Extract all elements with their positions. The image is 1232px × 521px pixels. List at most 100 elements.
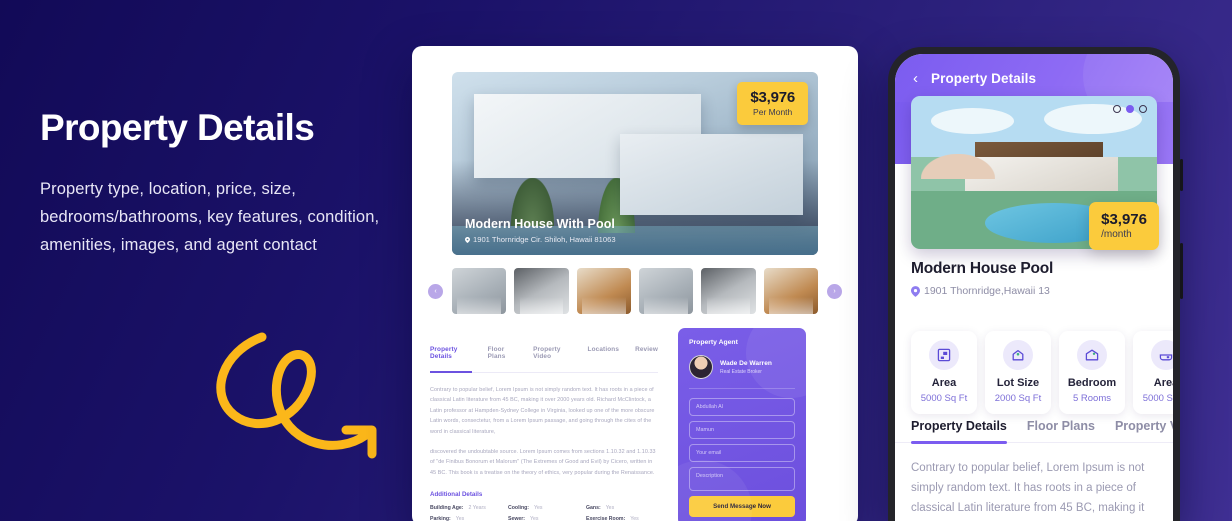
mobile-tabs[interactable]: Property Details Floor Plans Property Vi… xyxy=(895,419,1173,444)
mobile-header-title: Property Details xyxy=(931,70,1037,86)
detail-value: Yes xyxy=(455,516,465,521)
detail-row: Cooling: Yes xyxy=(508,505,580,511)
hero-title: Modern House With Pool xyxy=(465,217,615,231)
mobile-price-amount: $3,976 xyxy=(1101,211,1147,228)
thumbnail-item[interactable] xyxy=(701,268,756,314)
detail-value: Yes xyxy=(534,505,543,511)
feature-label: Area xyxy=(931,377,957,389)
hero-image-container: $3,976 Per Month Modern House With Pool … xyxy=(452,72,818,255)
bedroom-icon xyxy=(1077,340,1107,370)
additional-details-heading: Additional Details xyxy=(430,491,483,498)
price-amount: $3,976 xyxy=(750,89,795,106)
thumbnail-item[interactable] xyxy=(514,268,569,314)
detail-key: Gans: xyxy=(586,505,601,511)
mobile-property-address: 1901 Thornridge,Hawaii 13 xyxy=(911,285,1157,297)
location-pin-icon xyxy=(911,285,920,297)
feature-label: Lot Size xyxy=(996,377,1040,389)
mobile-description: Contrary to popular belief, Lorem Ipsum … xyxy=(911,462,1145,515)
back-chevron-icon[interactable]: ‹ xyxy=(913,71,918,86)
decorative-arrow-icon xyxy=(216,332,377,459)
detail-row: Parking: Yes xyxy=(430,516,502,521)
agent-last-name-input[interactable]: Mamun xyxy=(689,421,795,439)
feature-label: Bedroom xyxy=(1067,377,1117,389)
tab-property-video[interactable]: Property Video xyxy=(533,346,571,366)
detail-value: Yes xyxy=(605,505,615,511)
mobile-feature-cards: Area 5000 Sq Ft Lot Size 2000 Sq Ft Bedr… xyxy=(911,331,1173,414)
detail-key: Cooling: xyxy=(508,505,530,511)
hero-caption: Modern House With Pool 1901 Thornridge C… xyxy=(465,217,616,244)
thumbnail-item[interactable] xyxy=(638,268,694,314)
detail-value: 2 Years xyxy=(468,505,486,511)
detail-value: Yes xyxy=(630,516,639,521)
feature-card-bedroom[interactable]: Bedroom 5 Rooms xyxy=(1059,331,1125,414)
agent-name: Wade De Warren xyxy=(720,359,772,367)
agent-panel-title: Property Agent xyxy=(689,339,738,346)
feature-value: 2000 Sq Ft xyxy=(994,393,1042,404)
umbrella-decoration xyxy=(920,154,995,179)
desktop-tabs[interactable]: Property Details Floor Plans Property Vi… xyxy=(430,346,658,373)
detail-key: Parking: xyxy=(430,516,451,521)
price-period: Per Month xyxy=(753,107,793,117)
carousel-dot[interactable] xyxy=(1113,105,1121,113)
feature-label: Area xyxy=(1153,377,1173,389)
thumbnails-next-button[interactable]: › xyxy=(827,284,842,299)
mobile-property-name: Modern House Pool xyxy=(911,260,1054,277)
carousel-dots[interactable] xyxy=(1113,105,1147,113)
location-pin-icon xyxy=(465,236,470,243)
mobile-property-info: Modern House Pool 1901 Thornridge,Hawaii… xyxy=(911,260,1157,297)
page-title: Property Details xyxy=(40,107,315,148)
feature-value: 5000 Sq Ft xyxy=(1142,393,1173,404)
detail-row: Building Age: 2 Years xyxy=(430,505,502,511)
blueprint-icon xyxy=(929,340,959,370)
mobile-header: ‹ Property Details xyxy=(895,54,1173,102)
phone-power-button[interactable] xyxy=(1180,243,1183,299)
carousel-dot[interactable] xyxy=(1139,105,1147,113)
detail-row: Sewer: Yes xyxy=(508,516,580,521)
thumbnail-item[interactable] xyxy=(763,268,818,314)
agent-email-input[interactable]: Your email xyxy=(689,444,795,462)
feature-card-area-2[interactable]: Area 5000 Sq Ft xyxy=(1133,331,1173,414)
page-subtitle: Property type, location, price, size, be… xyxy=(40,179,380,255)
property-agent-panel: Property Agent Wade De Warren Real Estat… xyxy=(678,328,806,521)
mobile-tab-property-details[interactable]: Property Details xyxy=(911,419,1007,444)
thumbnail-item[interactable] xyxy=(452,268,507,314)
thumbnail-strip[interactable] xyxy=(452,268,818,314)
mobile-tab-floor-plans[interactable]: Floor Plans xyxy=(1027,419,1095,442)
mobile-address-text: 1901 Thornridge,Hawaii 13 xyxy=(924,285,1050,297)
price-badge: $3,976 Per Month xyxy=(737,82,808,125)
avatar xyxy=(689,355,713,379)
mobile-tab-property-video[interactable]: Property Video xyxy=(1115,419,1173,442)
mobile-screen: ‹ Property Details $3,976 /month Modern … xyxy=(895,54,1173,521)
detail-key: Exercise Room: xyxy=(586,516,626,521)
detail-row: Exercise Room: Yes xyxy=(586,516,658,521)
phone-volume-button[interactable] xyxy=(1180,159,1183,191)
additional-details-grid: Building Age: 2 Years Cooling: Yes Gans:… xyxy=(430,505,658,521)
carousel-dot-active[interactable] xyxy=(1126,105,1134,113)
description-paragraph-2: discovered the undoubtable source. Lorem… xyxy=(430,448,656,476)
thumbnail-item[interactable] xyxy=(576,268,631,314)
lot-size-icon xyxy=(1003,340,1033,370)
tab-locations[interactable]: Locations xyxy=(588,346,620,366)
send-message-button[interactable]: Send Message Now xyxy=(689,496,795,517)
detail-row: Gans: Yes xyxy=(586,505,658,511)
detail-key: Building Age: xyxy=(430,505,464,511)
feature-card-area[interactable]: Area 5000 Sq Ft xyxy=(911,331,977,414)
detail-key: Sewer: xyxy=(508,516,526,521)
agent-first-name-input[interactable]: Abdullah Al xyxy=(689,398,795,416)
feature-value: 5 Rooms xyxy=(1072,393,1111,404)
agent-description-input[interactable]: Description xyxy=(689,467,795,491)
tab-floor-plans[interactable]: Floor Plans xyxy=(488,346,518,366)
thumbnails-prev-button[interactable]: ‹ xyxy=(428,284,443,299)
desktop-main-column: Property Details Floor Plans Property Vi… xyxy=(412,328,674,521)
feature-card-lot-size[interactable]: Lot Size 2000 Sq Ft xyxy=(985,331,1051,414)
cloud-decoration xyxy=(930,108,1015,135)
tab-property-details[interactable]: Property Details xyxy=(430,346,472,373)
desktop-body: Property Details Floor Plans Property Vi… xyxy=(412,328,858,521)
description-paragraph-1: Contrary to popular belief, Lorem Ipsum … xyxy=(430,387,655,435)
agent-summary: Wade De Warren Real Estate Broker xyxy=(689,355,795,379)
intro-panel: Property Details Property type, location… xyxy=(40,107,400,260)
mobile-price-period: /month xyxy=(1101,229,1132,240)
tab-review[interactable]: Review xyxy=(635,346,658,366)
agent-role: Real Estate Broker xyxy=(720,368,762,375)
mobile-price-badge: $3,976 /month xyxy=(1089,202,1159,250)
